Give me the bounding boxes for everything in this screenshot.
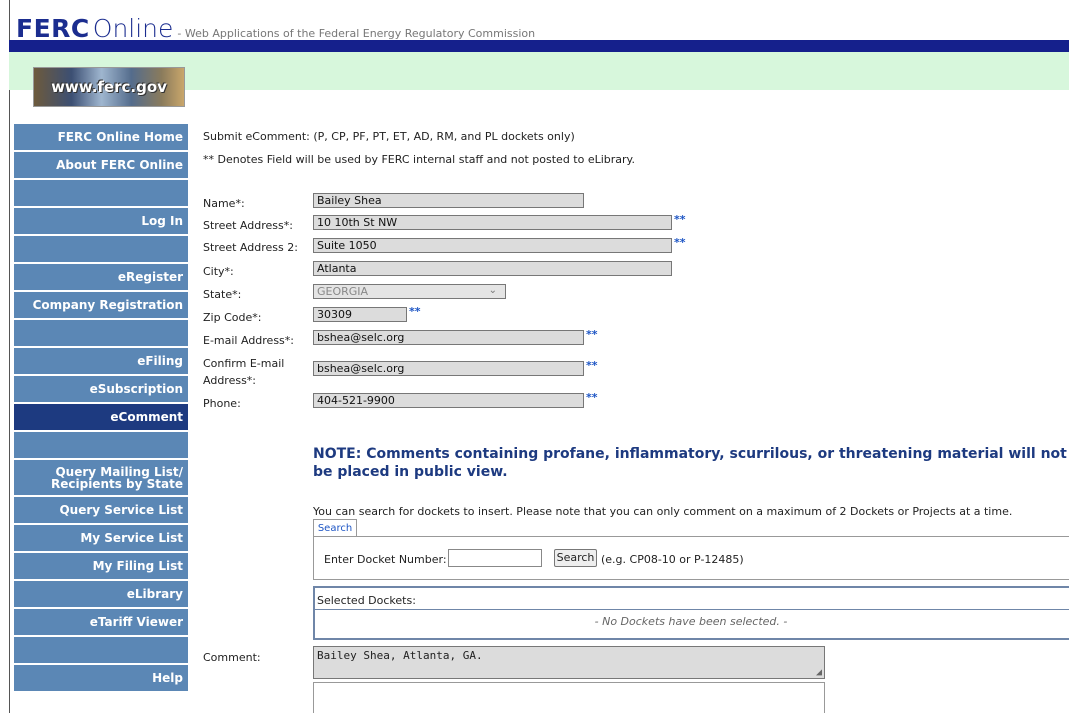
street-address-2-field[interactable]: Suite 1050 [313, 238, 672, 253]
sidebar-item-log-in[interactable]: Log In [14, 208, 188, 236]
docket-example: (e.g. CP08-10 or P-12485) [601, 553, 744, 566]
resize-handle-icon[interactable]: ◢ [816, 667, 822, 678]
internal-marker: ** [674, 213, 686, 226]
divider [315, 609, 1069, 610]
street-address-2-label: Street Address 2: [203, 241, 298, 254]
sidebar-item-label: My Filing List [92, 559, 183, 573]
submit-instructions: Submit eComment: (P, CP, PF, PT, ET, AD,… [203, 130, 575, 143]
internal-staff-note: ** Denotes Field will be used by FERC in… [203, 153, 635, 166]
header-bar [9, 40, 1069, 52]
site-brand: FERC Online - Web Applications of the Fede… [16, 14, 535, 43]
page-border [9, 0, 10, 713]
docket-search-button[interactable]: Search [554, 549, 597, 567]
internal-marker: ** [674, 236, 686, 249]
sidebar-item-ecomment[interactable]: eComment [14, 404, 188, 432]
internal-marker: ** [586, 359, 598, 372]
phone-label: Phone: [203, 397, 241, 410]
sidebar-item-company-registration[interactable]: Company Registration [14, 292, 188, 320]
state-select-value: GEORGIA [317, 285, 369, 298]
name-label: Name*: [203, 197, 245, 210]
moderation-note: NOTE: Comments containing profane, infla… [313, 446, 1067, 480]
street-address-field[interactable]: 10 10th St NW [313, 215, 672, 230]
selected-dockets-panel [313, 586, 1069, 640]
sidebar-spacer [14, 637, 188, 665]
sidebar-spacer [14, 236, 188, 264]
sidebar-item-label: eLibrary [126, 587, 183, 601]
city-field[interactable]: Atlanta [313, 261, 672, 276]
zip-code-field[interactable]: 30309 [313, 307, 407, 322]
sidebar-item-my-filing-list[interactable]: My Filing List [14, 553, 188, 581]
sidebar-spacer [14, 320, 188, 348]
sidebar-item-elibrary[interactable]: eLibrary [14, 581, 188, 609]
sidebar-item-ferc-online-home[interactable]: FERC Online Home [14, 124, 188, 152]
sidebar-item-label: eRegister [117, 270, 183, 284]
sidebar-item-label: FERC Online Home [57, 130, 183, 144]
sidebar-item-help[interactable]: Help [14, 665, 188, 693]
tab-search[interactable]: Search [313, 519, 357, 536]
internal-marker: ** [586, 391, 598, 404]
logo-text: www.ferc.gov [51, 78, 167, 96]
docket-info: You can search for dockets to insert. Pl… [313, 505, 1013, 518]
brand-tagline: - Web Applications of the Federal Energy… [177, 27, 536, 40]
city-label: City*: [203, 265, 234, 278]
internal-marker: ** [409, 305, 421, 318]
sidebar-item-label: eTariff Viewer [89, 615, 183, 629]
sidebar-item-efiling[interactable]: eFiling [14, 348, 188, 376]
brand-online: Online [92, 14, 174, 43]
sidebar-nav: FERC Online Home About FERC Online Log In e… [14, 124, 188, 693]
docket-number-input[interactable] [448, 549, 542, 567]
email-field[interactable]: bshea@selc.org [313, 330, 584, 345]
state-select[interactable]: GEORGIA ⌄ [313, 284, 506, 299]
ferc-gov-logo[interactable]: www.ferc.gov [33, 67, 185, 107]
brand-ferc: FERC [16, 14, 90, 43]
sidebar-item-query-service-list[interactable]: Query Service List [14, 497, 188, 525]
docket-number-label: Enter Docket Number: [324, 553, 447, 566]
name-field[interactable]: Bailey Shea [313, 193, 584, 208]
confirm-email-field[interactable]: bshea@selc.org [313, 361, 584, 376]
sidebar-item-label: eSubscription [89, 382, 183, 396]
selected-dockets-header: Selected Dockets: [317, 594, 416, 607]
state-label: State*: [203, 288, 242, 301]
sidebar-item-eregister[interactable]: eRegister [14, 264, 188, 292]
sidebar-item-my-service-list[interactable]: My Service List [14, 525, 188, 553]
comment-preview-box[interactable] [313, 682, 825, 713]
sidebar-item-label: My Service List [80, 531, 183, 545]
street-address-label: Street Address*: [203, 219, 293, 232]
sidebar-item-label: eFiling [137, 354, 183, 368]
comment-text: Bailey Shea, Atlanta, GA. [317, 649, 483, 662]
sidebar-item-query-mailing-list-recipients-by-state[interactable]: Query Mailing List/ Recipients by State [14, 460, 188, 497]
sidebar-spacer [14, 180, 188, 208]
sidebar-item-about-ferc-online[interactable]: About FERC Online [14, 152, 188, 180]
sidebar-item-label: Query Service List [59, 503, 183, 517]
sidebar-item-label: eComment [110, 410, 183, 424]
sidebar-item-label: About FERC Online [56, 158, 183, 172]
confirm-email-label: Confirm E-mail Address*: [203, 357, 285, 387]
comment-label: Comment: [203, 651, 261, 664]
email-label: E-mail Address*: [203, 334, 294, 347]
chevron-down-icon: ⌄ [488, 285, 497, 296]
sidebar-item-label: Help [152, 671, 183, 685]
sidebar-spacer [14, 432, 188, 460]
sidebar-item-label: Company Registration [32, 298, 183, 312]
internal-marker: ** [586, 328, 598, 341]
comment-textarea[interactable]: Bailey Shea, Atlanta, GA. ◢ [313, 646, 825, 679]
sidebar-item-label: Log In [141, 214, 183, 228]
sidebar-item-label: Query Mailing List/ Recipients by State [51, 464, 183, 491]
sidebar-item-esubscription[interactable]: eSubscription [14, 376, 188, 404]
zip-code-label: Zip Code*: [203, 311, 262, 324]
phone-field[interactable]: 404-521-9900 [313, 393, 584, 408]
no-dockets-message: - No Dockets have been selected. - [594, 615, 788, 628]
sidebar-item-etariff-viewer[interactable]: eTariff Viewer [14, 609, 188, 637]
